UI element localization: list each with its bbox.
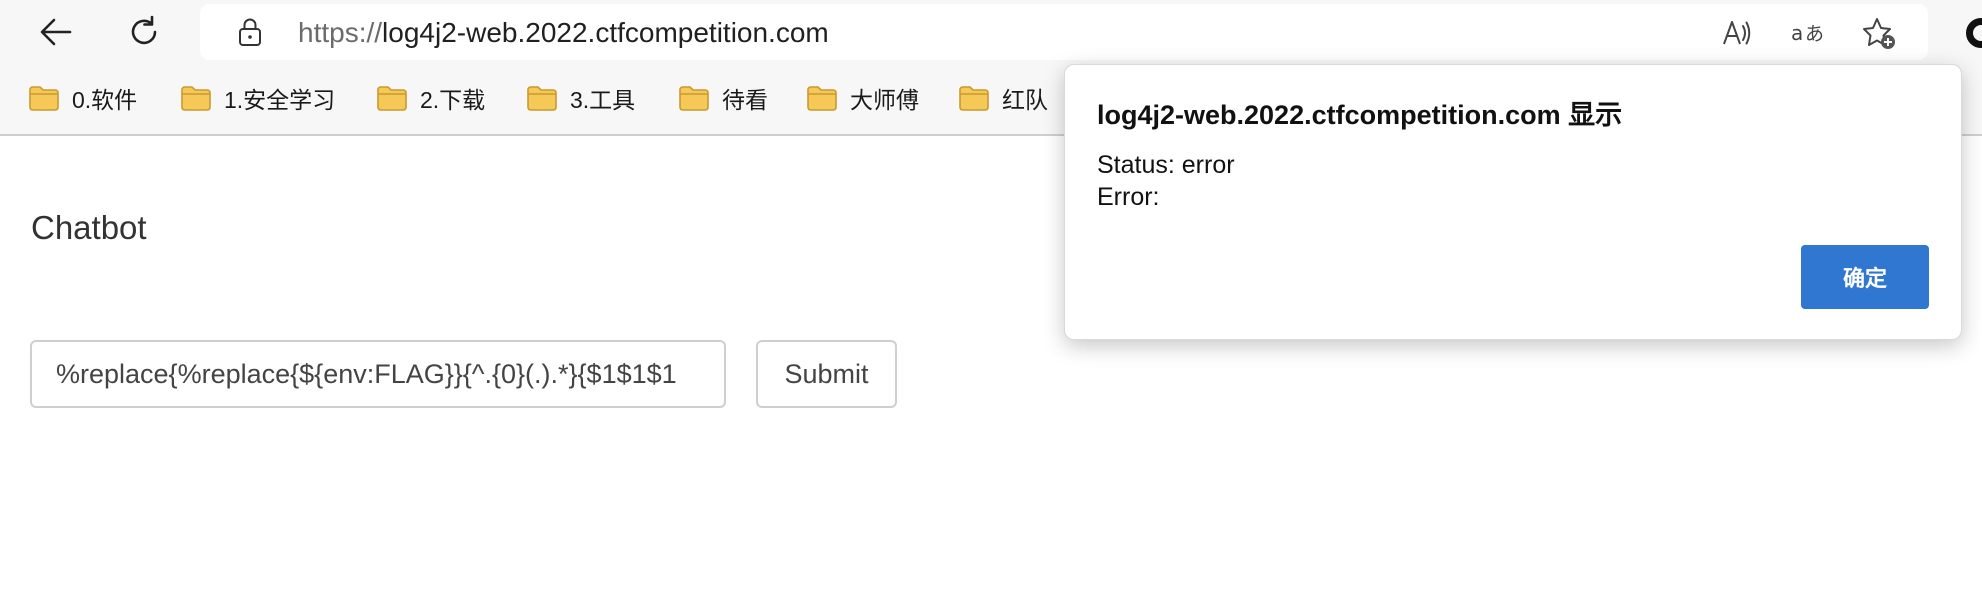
bookmark-folder[interactable]: 1.安全学习 xyxy=(180,78,335,118)
read-aloud-button[interactable] xyxy=(1720,16,1754,50)
folder-icon xyxy=(527,86,557,111)
bookmark-label: 2.下载 xyxy=(420,87,486,113)
page-title: Chatbot xyxy=(31,209,147,246)
folder-icon xyxy=(679,86,709,111)
svg-text:a: a xyxy=(1791,21,1803,45)
bookmark-label: 待看 xyxy=(722,87,768,113)
bookmark-folder[interactable]: 红队 xyxy=(958,78,1048,118)
chat-input[interactable] xyxy=(30,340,726,408)
folder-icon xyxy=(377,86,407,111)
folder-icon xyxy=(29,86,59,111)
profile-icon[interactable] xyxy=(1966,18,1982,48)
bookmark-folder[interactable]: 3.工具 xyxy=(526,78,635,118)
ok-button[interactable]: 确定 xyxy=(1801,245,1929,309)
bookmark-label: 0.软件 xyxy=(72,87,138,113)
reload-icon xyxy=(131,15,157,45)
bookmark-label: 红队 xyxy=(1002,87,1048,113)
alert-dialog: log4j2-web.2022.ctfcompetition.com 显示 St… xyxy=(1064,64,1962,340)
bookmarks-bar: 0.软件 1.安全学习 2.下载 3.工具 待看 大师傅 红队 xyxy=(0,72,1060,122)
add-favorite-icon xyxy=(1863,18,1895,49)
reload-button[interactable] xyxy=(122,10,166,54)
dialog-status-line: Status: error xyxy=(1097,151,1235,179)
bookmark-label: 3.工具 xyxy=(570,87,636,113)
add-favorite-button[interactable] xyxy=(1862,16,1896,50)
arrow-left-icon xyxy=(40,18,72,46)
bookmark-label: 1.安全学习 xyxy=(224,87,336,113)
dialog-title: log4j2-web.2022.ctfcompetition.com 显示 xyxy=(1097,100,1623,130)
lock-icon[interactable] xyxy=(234,16,266,48)
url-scheme: https:// xyxy=(298,17,383,48)
address-bar[interactable]: https://log4j2-web.2022.ctfcompetition.c… xyxy=(200,4,1928,60)
translate-icon: a あ xyxy=(1791,21,1824,45)
folder-icon xyxy=(181,86,211,111)
url-host: log4j2-web.2022.ctfcompetition.com xyxy=(382,17,829,48)
bookmark-folder[interactable]: 2.下载 xyxy=(376,78,485,118)
bookmark-folder[interactable]: 大师傅 xyxy=(806,78,919,118)
bookmark-label: 大师傅 xyxy=(850,87,919,113)
bookmark-folder[interactable]: 待看 xyxy=(678,78,768,118)
folder-icon xyxy=(807,86,837,111)
translate-button[interactable]: a あ xyxy=(1790,16,1830,50)
url-text[interactable]: https://log4j2-web.2022.ctfcompetition.c… xyxy=(298,17,829,49)
dialog-error-line: Error: xyxy=(1097,183,1160,211)
svg-text:あ: あ xyxy=(1805,23,1824,45)
read-aloud-icon xyxy=(1723,21,1751,45)
back-button[interactable] xyxy=(34,10,78,54)
bookmark-folder[interactable]: 0.软件 xyxy=(28,78,137,118)
submit-button[interactable]: Submit xyxy=(756,340,897,408)
folder-icon xyxy=(959,86,989,111)
